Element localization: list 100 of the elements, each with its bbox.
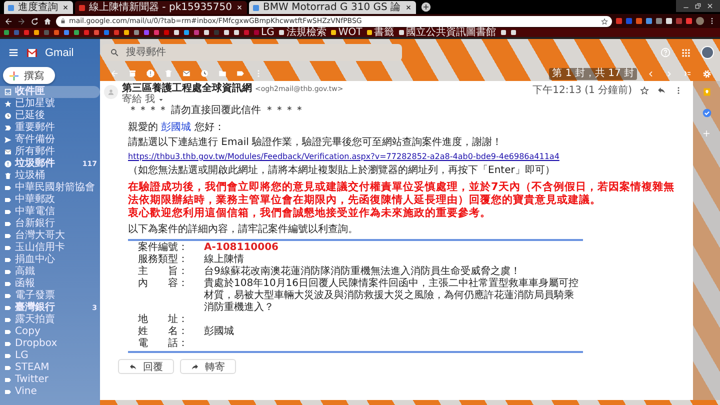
link-note: （如您無法點選或開啟此網址，請將本網址複製貼上於瀏覽器的網址列，再按下「Enter」即可） bbox=[128, 165, 556, 177]
forward-icon bbox=[191, 362, 199, 370]
sidebar-item[interactable]: 函報 bbox=[0, 278, 100, 290]
trash-icon bbox=[4, 172, 12, 180]
recipient-text: 寄給 我 bbox=[122, 94, 156, 105]
sidebar-item[interactable]: 所有郵件 bbox=[0, 146, 100, 158]
bookmark-icon[interactable] bbox=[174, 30, 179, 35]
previous-icon[interactable] bbox=[647, 70, 655, 78]
reply-button[interactable]: 回覆 bbox=[118, 359, 174, 374]
favicon-icon bbox=[253, 4, 260, 10]
highlight-text: 在驗證成功後，我們會立即將您的意見或建議交付權責單位妥慎處理，並於7天內（不含例假日，若因案情複雜無法依期限辦結時，業務主管單位會在期限內，先函復陳情人延長理由）回覆您的寶貴意見或建議。 bbox=[128, 181, 676, 206]
bookmark-icon[interactable] bbox=[234, 30, 239, 35]
sidebar-item[interactable]: 寄件備份 bbox=[0, 134, 100, 146]
sidebar-item[interactable]: 重要郵件 bbox=[0, 122, 100, 134]
field-label: 主 旨： bbox=[138, 266, 189, 278]
sidebar-item[interactable]: 收件匣 bbox=[0, 86, 100, 98]
back-icon[interactable] bbox=[4, 16, 13, 26]
close-icon[interactable] bbox=[404, 4, 412, 11]
sidebar-item[interactable]: 垃圾桶 bbox=[0, 170, 100, 182]
bookmark[interactable]: 法規檢索 bbox=[279, 28, 326, 38]
sidebar-item[interactable]: Copy bbox=[0, 326, 100, 338]
report-icon[interactable] bbox=[146, 69, 155, 78]
field-value: 貴處於108年10月16日回覆人民陳情案件回函中，主張二中社常置型救車車身屬可控材質，易被大型車輛大災波及與消防救援大災之風險，為何仍應許花蓮消防局員騎乘消防重機進入？ bbox=[204, 278, 580, 314]
clock-icon bbox=[4, 112, 12, 120]
sidebar-item[interactable]: 電子發票 bbox=[0, 290, 100, 302]
reply-icon[interactable] bbox=[657, 86, 666, 94]
forward-icon[interactable] bbox=[17, 16, 26, 26]
menu-icon[interactable] bbox=[8, 47, 19, 58]
tasks-icon[interactable] bbox=[702, 108, 712, 118]
bookmark-icon[interactable] bbox=[501, 30, 506, 35]
settings-icon[interactable] bbox=[702, 68, 712, 78]
reload-icon[interactable] bbox=[30, 16, 39, 26]
browser-tab[interactable]: BMW Motorrad G 310 GS 論 bbox=[249, 1, 416, 14]
avatar-icon[interactable] bbox=[701, 46, 714, 59]
verification-link[interactable]: https://thbu3.thb.gov.tw/Modules/Feedback/Verification.aspx?v=77282852-a2a8-4ab0-bde9-4e6986a411a4 bbox=[128, 152, 560, 162]
lock-icon bbox=[60, 18, 66, 24]
favicon-icon bbox=[79, 4, 85, 10]
sidebar-item[interactable]: 已加星號 bbox=[0, 98, 100, 110]
clock-icon[interactable] bbox=[200, 69, 209, 78]
highlight-text: 衷心歡迎您利用這個信箱，我們會誠懇地接受並作為未來施政的重要參考。 bbox=[128, 207, 492, 220]
field-value: 線上陳情 bbox=[204, 254, 245, 266]
gmail-logo: Gmail bbox=[45, 46, 74, 58]
sidebar-item[interactable]: 高鐵 bbox=[0, 266, 100, 278]
bookmark-icon[interactable] bbox=[224, 30, 229, 35]
field-label: 地 址： bbox=[138, 314, 189, 326]
folder-icon[interactable] bbox=[218, 69, 227, 78]
field-label: 電 話： bbox=[138, 338, 189, 350]
star-icon bbox=[4, 100, 12, 108]
input-tools-icon[interactable] bbox=[683, 69, 692, 78]
details-intro: 以下為案件的詳細內容，請牢記案件編號以利查詢。 bbox=[128, 224, 359, 236]
forward-button[interactable]: 轉寄 bbox=[180, 359, 236, 374]
label-icon[interactable] bbox=[236, 69, 245, 78]
field-label: 案件編號： bbox=[138, 242, 189, 254]
sender-name: 第三區養護工程處全球資訊網 bbox=[122, 83, 252, 94]
sidebar-item[interactable]: 露天拍賣 bbox=[0, 314, 100, 326]
bookmark[interactable]: 書籤 bbox=[367, 28, 394, 38]
plus-icon bbox=[8, 70, 20, 82]
home-icon[interactable] bbox=[43, 16, 52, 26]
new-tab-icon[interactable] bbox=[420, 2, 431, 12]
sidebar-item[interactable]: Vine bbox=[0, 386, 100, 398]
sidebar-item[interactable]: 中華郵政 bbox=[0, 194, 100, 206]
sidebar-item[interactable]: 玉山信用卡 bbox=[0, 242, 100, 254]
sidebar-item[interactable]: 台灣大哥大 bbox=[0, 230, 100, 242]
bookmark-icon[interactable] bbox=[511, 30, 516, 35]
star-icon[interactable] bbox=[640, 86, 649, 94]
bookmark-icon[interactable] bbox=[204, 30, 209, 35]
sidebar-item[interactable]: 捐血中心 bbox=[0, 254, 100, 266]
archive-icon[interactable] bbox=[128, 69, 137, 78]
browser-tab[interactable]: 進度查詢 bbox=[4, 1, 73, 14]
search-icon bbox=[110, 48, 119, 57]
sidebar-item[interactable]: Dropbox bbox=[0, 338, 100, 350]
apps-icon[interactable] bbox=[681, 48, 691, 58]
keep-icon[interactable] bbox=[702, 87, 712, 97]
sidebar-item[interactable]: 台新銀行 bbox=[0, 218, 100, 230]
bookmark[interactable]: LG bbox=[254, 28, 274, 38]
send-icon bbox=[4, 136, 12, 144]
sidebar-item[interactable]: LG bbox=[0, 350, 100, 362]
sidebar-item[interactable]: Twitter bbox=[0, 374, 100, 386]
close-icon[interactable] bbox=[62, 4, 69, 11]
compose-button[interactable]: 撰寫 bbox=[3, 67, 55, 84]
caret-icon[interactable] bbox=[158, 96, 164, 102]
search-field[interactable]: 搜尋郵件 bbox=[102, 44, 402, 61]
next-icon[interactable] bbox=[665, 70, 673, 78]
restore-icon[interactable] bbox=[694, 2, 702, 10]
bookmark[interactable]: 國立公共資訊圖書館 bbox=[399, 28, 496, 38]
sidebar-item[interactable]: 已延後 bbox=[0, 110, 100, 122]
envelope-icon[interactable] bbox=[182, 69, 191, 78]
avatar-icon[interactable] bbox=[696, 17, 704, 25]
star-icon[interactable] bbox=[601, 18, 608, 24]
greeting-text: 親愛的 彭國城 您好： bbox=[128, 122, 226, 134]
sidebar-item[interactable]: STEAM bbox=[0, 362, 100, 374]
reply-icon bbox=[129, 362, 137, 370]
sidebar-item[interactable]: 中華電信 bbox=[0, 206, 100, 218]
browser-tab[interactable]: 線上陳情新聞器 - pk15935750 bbox=[75, 1, 248, 14]
sidebar-item[interactable]: 中華民國射箭協會 bbox=[0, 182, 100, 194]
message-time: 下午12:13 (1 分鐘前) bbox=[532, 84, 632, 97]
field-label: 姓 名： bbox=[138, 326, 189, 338]
envelope-logo-icon bbox=[25, 46, 39, 58]
bookmark[interactable]: WOT bbox=[331, 28, 362, 38]
field-label: 內 容： bbox=[138, 278, 189, 291]
